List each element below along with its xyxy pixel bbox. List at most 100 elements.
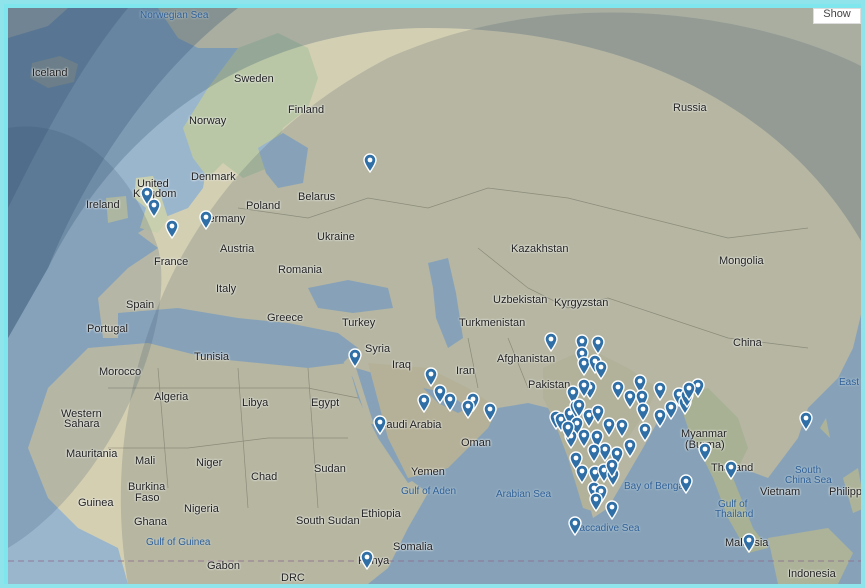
- label-libya: Libya: [242, 397, 269, 409]
- label-ethiopia: Ethiopia: [361, 508, 401, 520]
- label-finland: Finland: [288, 104, 325, 116]
- label-denmark: Denmark: [191, 171, 236, 183]
- label-chad: Chad: [251, 471, 278, 483]
- location-marker-icon[interactable]: [461, 399, 475, 419]
- location-marker-icon[interactable]: [348, 348, 362, 368]
- location-marker-icon[interactable]: [561, 420, 575, 440]
- location-marker-icon[interactable]: [638, 422, 652, 442]
- label-gulf-thailand: Thailand: [715, 509, 754, 520]
- label-somalia: Somalia: [393, 541, 433, 553]
- label-portugal: Portugal: [87, 323, 128, 335]
- label-faso: Faso: [135, 492, 160, 504]
- map-frame: Norwegian Sea Iceland Sweden Finland Nor…: [0, 0, 865, 588]
- label-poland: Poland: [246, 200, 281, 212]
- label-sudan: Sudan: [314, 463, 346, 475]
- label-niger: Niger: [196, 457, 223, 469]
- label-south-sudan: South Sudan: [296, 515, 360, 527]
- label-laccadive-sea: Laccadive Sea: [574, 523, 640, 534]
- label-mali: Mali: [135, 455, 156, 467]
- location-marker-icon[interactable]: [742, 533, 756, 553]
- location-marker-icon[interactable]: [605, 500, 619, 520]
- label-egypt: Egypt: [311, 397, 340, 409]
- show-button[interactable]: Show: [813, 8, 861, 24]
- label-philippines: Philipp: [829, 486, 863, 498]
- location-marker-icon[interactable]: [799, 411, 813, 431]
- location-marker-icon[interactable]: [605, 458, 619, 478]
- location-marker-icon[interactable]: [589, 492, 603, 512]
- label-mongolia: Mongolia: [719, 255, 764, 267]
- location-marker-icon[interactable]: [199, 210, 213, 230]
- label-china: China: [733, 337, 762, 349]
- label-oman: Oman: [461, 437, 491, 449]
- label-china-sea: China Sea: [785, 475, 832, 486]
- label-turkmenistan: Turkmenistan: [459, 317, 526, 329]
- label-afghanistan: Afghanistan: [497, 353, 556, 365]
- location-marker-icon[interactable]: [443, 392, 457, 412]
- label-gulf-of-aden: Gulf of Aden: [401, 486, 457, 497]
- label-spain: Spain: [126, 299, 155, 311]
- location-marker-icon[interactable]: [615, 418, 629, 438]
- location-marker-icon[interactable]: [568, 516, 582, 536]
- location-marker-icon[interactable]: [636, 402, 650, 422]
- label-guinea: Guinea: [78, 497, 114, 509]
- location-marker-icon[interactable]: [698, 442, 712, 462]
- label-france: France: [154, 256, 189, 268]
- label-pakistan: Pakistan: [528, 379, 571, 391]
- label-syria: Syria: [365, 343, 391, 355]
- label-norway: Norway: [189, 115, 227, 127]
- label-kyrgyzstan: Kyrgyzstan: [554, 297, 609, 309]
- label-nigeria: Nigeria: [184, 503, 219, 515]
- world-map[interactable]: Norwegian Sea Iceland Sweden Finland Nor…: [8, 8, 863, 584]
- label-iraq: Iraq: [392, 359, 411, 371]
- label-russia: Russia: [673, 102, 707, 114]
- label-gabon: Gabon: [207, 560, 241, 572]
- label-yemen: Yemen: [411, 466, 445, 478]
- label-greece: Greece: [267, 312, 304, 324]
- label-iceland: Iceland: [32, 67, 68, 79]
- location-marker-icon[interactable]: [653, 381, 667, 401]
- location-marker-icon[interactable]: [417, 393, 431, 413]
- label-ghana: Ghana: [134, 516, 168, 528]
- label-arabian-sea: Arabian Sea: [496, 489, 552, 500]
- location-marker-icon[interactable]: [363, 153, 377, 173]
- location-marker-icon[interactable]: [147, 198, 161, 218]
- location-marker-icon[interactable]: [679, 474, 693, 494]
- label-vietnam: Vietnam: [760, 486, 801, 498]
- location-marker-icon[interactable]: [544, 332, 558, 352]
- label-algeria: Algeria: [154, 391, 189, 403]
- location-marker-icon[interactable]: [577, 378, 591, 398]
- label-uzbekistan: Uzbekistan: [493, 294, 548, 306]
- location-marker-icon[interactable]: [591, 335, 605, 355]
- label-drc: DRC: [281, 572, 305, 584]
- label-ukraine: Ukraine: [317, 231, 355, 243]
- label-bay-of-bengal: Bay of Bengal: [624, 481, 687, 492]
- location-marker-icon[interactable]: [373, 415, 387, 435]
- location-marker-icon[interactable]: [165, 219, 179, 239]
- label-morocco: Morocco: [99, 366, 142, 378]
- label-italy: Italy: [216, 283, 237, 295]
- label-sweden: Sweden: [234, 73, 274, 85]
- label-norwegian-sea: Norwegian Sea: [140, 10, 209, 21]
- location-marker-icon[interactable]: [587, 443, 601, 463]
- label-mauritania: Mauritania: [66, 448, 118, 460]
- label-turkey: Turkey: [342, 317, 376, 329]
- label-indonesia: Indonesia: [788, 568, 836, 580]
- label-romania: Romania: [278, 264, 323, 276]
- label-kazakhstan: Kazakhstan: [511, 243, 569, 255]
- label-sahara: Sahara: [64, 418, 100, 430]
- location-marker-icon[interactable]: [724, 460, 738, 480]
- label-saudi-arabia: Saudi Arabia: [379, 419, 442, 431]
- location-marker-icon[interactable]: [360, 550, 374, 570]
- location-marker-icon[interactable]: [483, 402, 497, 422]
- location-marker-icon[interactable]: [602, 417, 616, 437]
- label-belarus: Belarus: [298, 191, 336, 203]
- label-east-china-sea: East C: [839, 377, 861, 388]
- label-iran: Iran: [456, 365, 475, 377]
- location-marker-icon[interactable]: [594, 360, 608, 380]
- location-marker-icon[interactable]: [572, 398, 586, 418]
- location-marker-icon[interactable]: [682, 381, 696, 401]
- label-austria: Austria: [220, 243, 255, 255]
- location-marker-icon[interactable]: [623, 438, 637, 458]
- label-tunisia: Tunisia: [194, 351, 230, 363]
- label-ireland: Ireland: [86, 199, 120, 211]
